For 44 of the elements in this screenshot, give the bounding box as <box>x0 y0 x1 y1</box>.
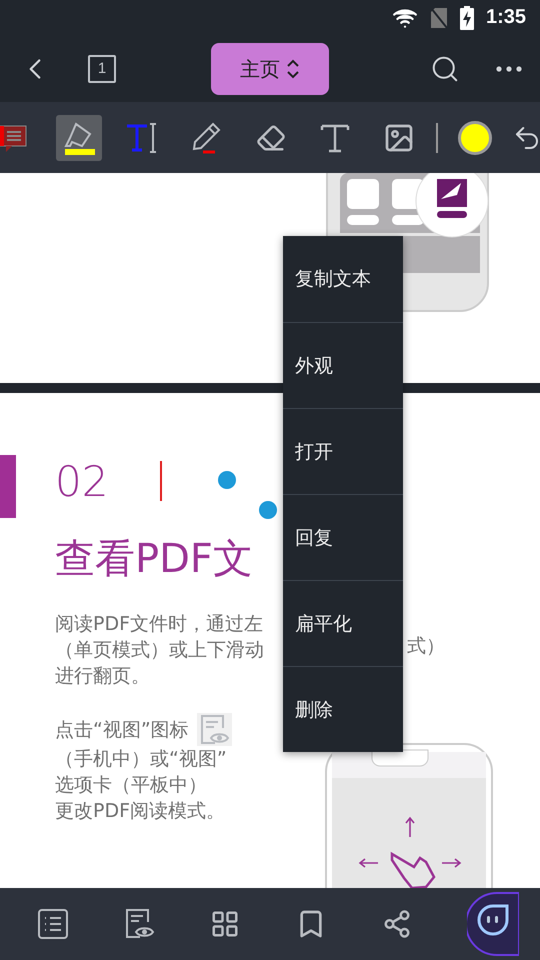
highlighter-icon <box>62 120 96 156</box>
more-button[interactable] <box>496 66 522 72</box>
context-menu-item[interactable]: 外观 <box>283 322 403 408</box>
context-menu-item[interactable]: 回复 <box>283 494 403 580</box>
document-eye-icon <box>198 714 230 746</box>
share-icon <box>382 909 412 939</box>
body-text: 更改PDF阅读模式。 <box>55 799 226 824</box>
annotation-tool-button[interactable] <box>56 114 102 160</box>
context-menu-item[interactable]: 复制文本 <box>283 236 403 322</box>
image-icon <box>383 122 415 154</box>
context-menu-item[interactable]: 扁平化 <box>283 580 403 666</box>
selection-handle-icon <box>218 471 236 489</box>
body-text: 进行翻页。 <box>55 664 150 689</box>
text-icon <box>320 122 350 152</box>
pencil-icon <box>191 120 223 154</box>
text-cursor-icon <box>160 461 164 501</box>
body-text: 阅读PDF文件时，通过左 <box>55 612 264 637</box>
context-menu-item[interactable]: 打开 <box>283 408 403 494</box>
body-text: 点击“视图”图标 <box>55 718 189 742</box>
section-number: 02 <box>55 456 108 506</box>
section-title: 查看PDF文 <box>55 535 253 584</box>
bottom-nav-button[interactable] <box>38 909 68 939</box>
body-text: （单页模式）或上下滑动 <box>55 638 264 663</box>
grid-icon <box>210 909 240 939</box>
assistant-icon <box>466 892 518 956</box>
bottom-nav-button[interactable] <box>210 909 240 939</box>
body-text: 式） <box>407 634 445 659</box>
page-number-button[interactable]: 1 <box>88 54 116 82</box>
no-sim-icon <box>430 6 448 28</box>
color-swatch[interactable] <box>458 120 492 154</box>
view-title-button[interactable]: 主页 <box>211 43 329 95</box>
list-icon <box>38 909 68 939</box>
up-down-caret-icon <box>286 59 300 79</box>
body-text: （手机中）或“视图” <box>55 747 227 772</box>
status-time: 1:35 <box>486 6 526 29</box>
more-icon <box>496 66 522 72</box>
selection-handle-icon <box>259 501 277 519</box>
bottom-nav-button[interactable] <box>382 909 412 939</box>
section-marker <box>0 455 16 518</box>
bottom-nav-button[interactable] <box>466 892 518 956</box>
battery-charging-icon <box>460 6 474 30</box>
context-menu-item[interactable]: 删除 <box>283 666 403 752</box>
body-text: 选项卡（平板中） <box>55 773 207 798</box>
eraser-icon <box>256 122 286 152</box>
